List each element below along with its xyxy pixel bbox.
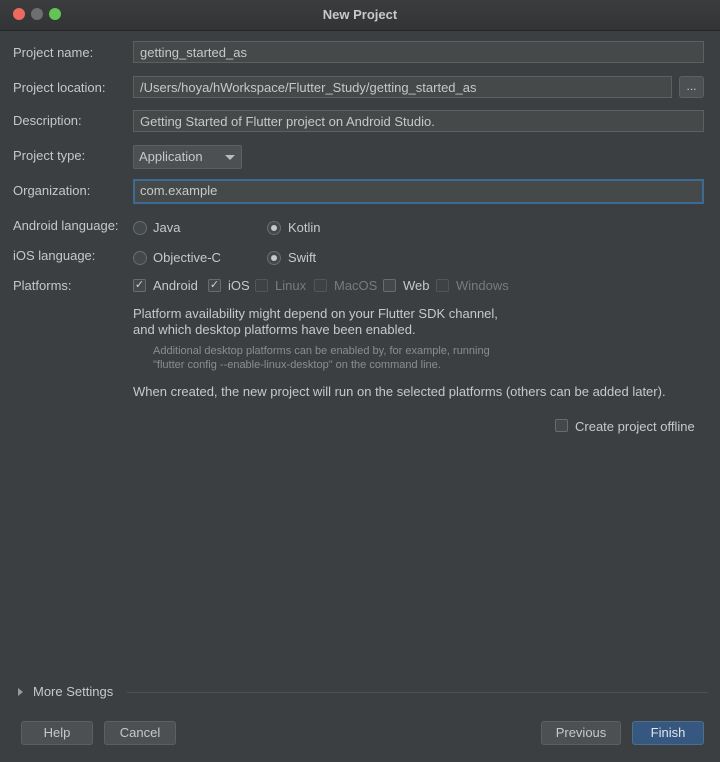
- windows-checkbox-label: Windows: [456, 278, 509, 293]
- ios-checkbox[interactable]: ✓: [208, 279, 221, 292]
- availability-note-line-1: Platform availability might depend on yo…: [133, 306, 498, 321]
- linux-checkbox: [255, 279, 268, 292]
- project-type-select[interactable]: Application: [133, 145, 242, 169]
- kotlin-radio[interactable]: [267, 221, 281, 235]
- objective-c-radio-label[interactable]: Objective-C: [153, 250, 221, 265]
- linux-checkbox-label: Linux: [275, 278, 307, 293]
- description-label: Description:: [13, 113, 82, 128]
- finish-button[interactable]: Finish: [632, 721, 704, 745]
- project-name-label: Project name:: [13, 45, 94, 60]
- project-type-value: Application: [139, 149, 203, 164]
- chevron-right-icon: [18, 687, 23, 696]
- ios-checkbox-label[interactable]: iOS: [228, 278, 250, 293]
- description-input[interactable]: Getting Started of Flutter project on An…: [133, 110, 704, 132]
- macos-checkbox-label: MacOS: [334, 278, 378, 293]
- when-created-note: When created, the new project will run o…: [133, 384, 666, 399]
- more-settings-label: More Settings: [33, 684, 114, 699]
- windows-checkbox: [436, 279, 449, 292]
- organization-label: Organization:: [13, 183, 91, 198]
- more-settings-divider: [127, 692, 708, 693]
- web-checkbox[interactable]: [383, 279, 396, 292]
- platforms-label: Platforms:: [13, 278, 72, 293]
- project-location-label: Project location:: [13, 80, 106, 95]
- organization-input[interactable]: com.example: [133, 179, 704, 204]
- previous-button[interactable]: Previous: [541, 721, 621, 745]
- android-checkbox[interactable]: ✓: [133, 279, 146, 292]
- project-type-label: Project type:: [13, 148, 86, 163]
- ios-language-label: iOS language:: [13, 248, 96, 263]
- more-settings-toggle[interactable]: More Settings: [18, 684, 113, 699]
- create-offline-checkbox[interactable]: [555, 419, 568, 432]
- project-location-input[interactable]: /Users/hoya/hWorkspace/Flutter_Study/get…: [133, 76, 672, 98]
- java-radio-label[interactable]: Java: [153, 220, 180, 235]
- macos-checkbox: [314, 279, 327, 292]
- kotlin-radio-label[interactable]: Kotlin: [288, 220, 321, 235]
- availability-note-line-2: and which desktop platforms have been en…: [133, 322, 416, 337]
- web-checkbox-label[interactable]: Web: [403, 278, 430, 293]
- title-bar: New Project: [0, 0, 720, 31]
- desktop-hint-line-2: "flutter config --enable-linux-desktop" …: [153, 359, 441, 371]
- project-name-input[interactable]: getting_started_as: [133, 41, 704, 63]
- help-button[interactable]: Help: [21, 721, 93, 745]
- swift-radio[interactable]: [267, 251, 281, 265]
- desktop-hint-line-1: Additional desktop platforms can be enab…: [153, 345, 490, 357]
- android-language-label: Android language:: [13, 218, 119, 233]
- create-offline-label[interactable]: Create project offline: [575, 419, 695, 434]
- cancel-button[interactable]: Cancel: [104, 721, 176, 745]
- chevron-down-icon: [225, 155, 235, 160]
- browse-location-button[interactable]: ...: [679, 76, 704, 98]
- objective-c-radio[interactable]: [133, 251, 147, 265]
- window-title: New Project: [322, 7, 398, 22]
- java-radio[interactable]: [133, 221, 147, 235]
- android-checkbox-label[interactable]: Android: [153, 278, 198, 293]
- swift-radio-label[interactable]: Swift: [288, 250, 316, 265]
